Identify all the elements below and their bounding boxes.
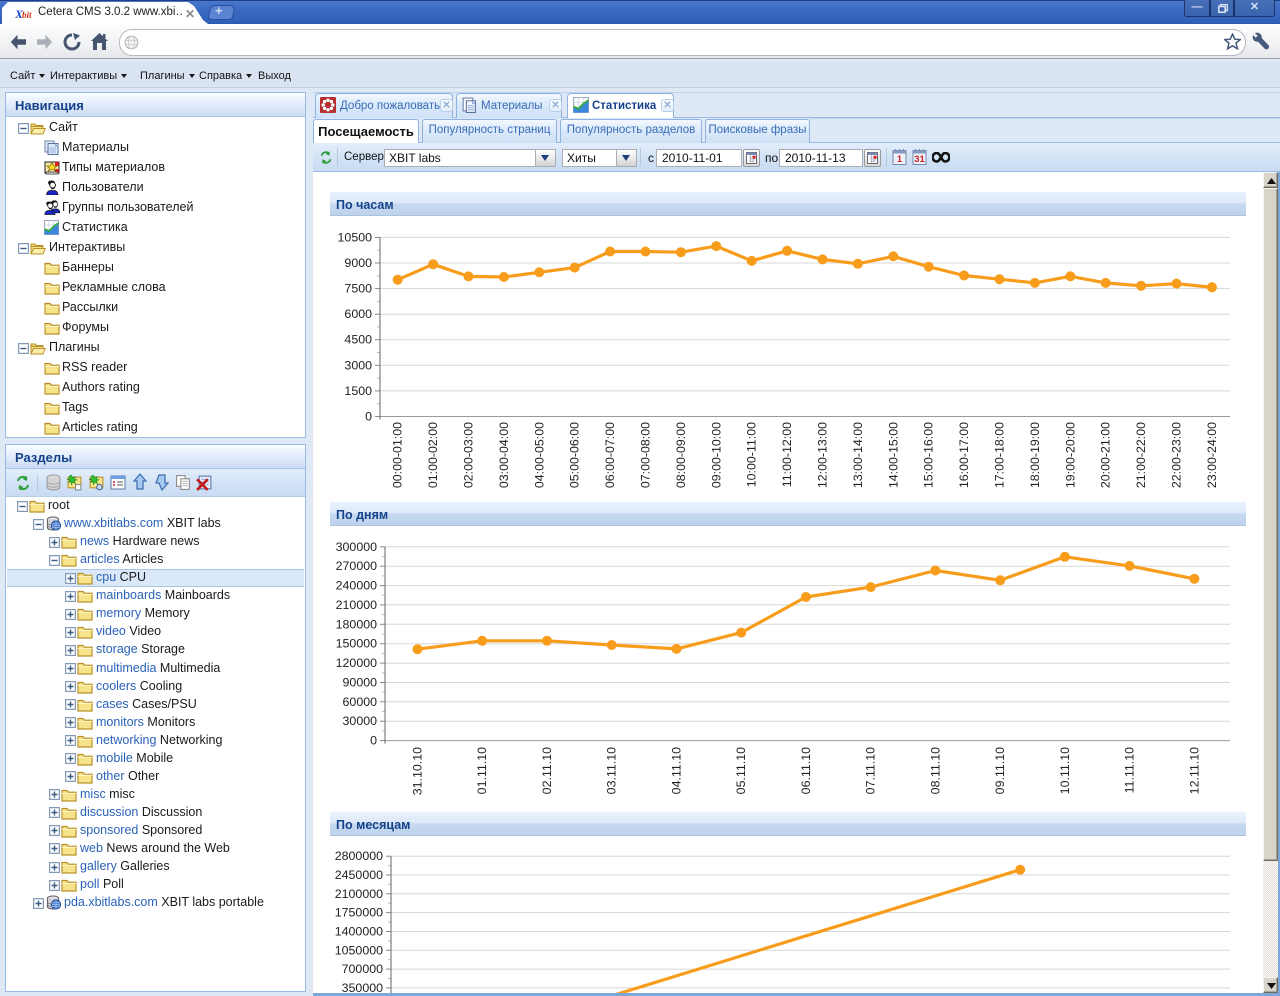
svg-text:0: 0 bbox=[365, 410, 372, 424]
svg-text:10500: 10500 bbox=[338, 230, 373, 244]
svg-text:210000: 210000 bbox=[336, 598, 377, 612]
svg-text:06.11.10: 06.11.10 bbox=[799, 747, 813, 794]
svg-text:180000: 180000 bbox=[336, 617, 377, 631]
svg-text:02:00-03:00: 02:00-03:00 bbox=[462, 422, 476, 488]
svg-text:11.11.10: 11.11.10 bbox=[1123, 747, 1137, 793]
svg-text:01:00-02:00: 01:00-02:00 bbox=[426, 422, 440, 488]
svg-text:90000: 90000 bbox=[343, 676, 378, 690]
svg-text:11:00-12:00: 11:00-12:00 bbox=[780, 422, 794, 487]
svg-text:1750000: 1750000 bbox=[335, 906, 383, 920]
svg-text:350000: 350000 bbox=[342, 981, 383, 993]
svg-text:9000: 9000 bbox=[344, 256, 372, 270]
svg-text:06:00-07:00: 06:00-07:00 bbox=[603, 422, 617, 488]
svg-text:03.11.10: 03.11.10 bbox=[605, 747, 619, 794]
svg-text:6000: 6000 bbox=[344, 307, 372, 321]
svg-text:270000: 270000 bbox=[336, 559, 377, 573]
svg-text:120000: 120000 bbox=[336, 656, 377, 670]
svg-text:1500: 1500 bbox=[344, 384, 372, 398]
svg-text:1: 1 bbox=[897, 154, 903, 165]
svg-text:00:00-01:00: 00:00-01:00 bbox=[391, 422, 405, 488]
svg-text:0: 0 bbox=[370, 734, 377, 748]
svg-text:13:00-14:00: 13:00-14:00 bbox=[851, 422, 865, 488]
svg-text:31.10.10: 31.10.10 bbox=[411, 747, 425, 795]
svg-text:05:00-06:00: 05:00-06:00 bbox=[568, 422, 582, 488]
svg-text:14:00-15:00: 14:00-15:00 bbox=[886, 422, 900, 488]
svg-text:09.11.10: 09.11.10 bbox=[993, 747, 1007, 794]
svg-text:2100000: 2100000 bbox=[335, 887, 383, 901]
svg-text:08.11.10: 08.11.10 bbox=[928, 747, 942, 794]
svg-text:bit: bit bbox=[22, 10, 32, 20]
svg-text:1050000: 1050000 bbox=[335, 943, 383, 957]
svg-text:02.11.10: 02.11.10 bbox=[540, 747, 554, 794]
svg-text:12:00-13:00: 12:00-13:00 bbox=[816, 422, 830, 488]
svg-text:150000: 150000 bbox=[336, 637, 377, 651]
svg-text:04:00-05:00: 04:00-05:00 bbox=[532, 422, 546, 488]
svg-text:7500: 7500 bbox=[344, 282, 372, 296]
svg-text:07:00-08:00: 07:00-08:00 bbox=[639, 422, 653, 488]
svg-text:17:00-18:00: 17:00-18:00 bbox=[993, 422, 1007, 488]
svg-text:18:00-19:00: 18:00-19:00 bbox=[1028, 422, 1042, 488]
svg-text:21:00-22:00: 21:00-22:00 bbox=[1134, 422, 1148, 488]
svg-text:23:00-24:00: 23:00-24:00 bbox=[1205, 422, 1219, 488]
svg-text:12.11.10: 12.11.10 bbox=[1187, 747, 1201, 794]
svg-text:30000: 30000 bbox=[343, 714, 378, 728]
svg-text:22:00-23:00: 22:00-23:00 bbox=[1170, 422, 1184, 488]
svg-text:05.11.10: 05.11.10 bbox=[734, 747, 748, 794]
svg-text:03:00-04:00: 03:00-04:00 bbox=[497, 422, 511, 488]
svg-text:04.11.10: 04.11.10 bbox=[670, 747, 684, 794]
svg-text:16:00-17:00: 16:00-17:00 bbox=[957, 422, 971, 488]
svg-text:15:00-16:00: 15:00-16:00 bbox=[922, 422, 936, 488]
svg-text:08:00-09:00: 08:00-09:00 bbox=[674, 422, 688, 488]
svg-text:2800000: 2800000 bbox=[335, 849, 383, 863]
svg-text:31: 31 bbox=[914, 154, 925, 165]
svg-text:1400000: 1400000 bbox=[335, 925, 383, 939]
svg-text:20:00-21:00: 20:00-21:00 bbox=[1099, 422, 1113, 488]
svg-text:01.11.10: 01.11.10 bbox=[475, 747, 489, 794]
svg-text:60000: 60000 bbox=[343, 695, 378, 709]
svg-text:10:00-11:00: 10:00-11:00 bbox=[745, 422, 759, 487]
svg-text:19:00-20:00: 19:00-20:00 bbox=[1063, 422, 1077, 488]
svg-text:4500: 4500 bbox=[344, 333, 372, 347]
svg-text:300000: 300000 bbox=[336, 540, 377, 554]
svg-text:07.11.10: 07.11.10 bbox=[864, 747, 878, 794]
svg-text:09:00-10:00: 09:00-10:00 bbox=[709, 422, 723, 488]
svg-text:2450000: 2450000 bbox=[335, 868, 383, 882]
svg-text:700000: 700000 bbox=[342, 962, 383, 976]
svg-text:240000: 240000 bbox=[336, 579, 377, 593]
svg-text:10.11.10: 10.11.10 bbox=[1058, 747, 1072, 794]
svg-text:3000: 3000 bbox=[344, 358, 372, 372]
